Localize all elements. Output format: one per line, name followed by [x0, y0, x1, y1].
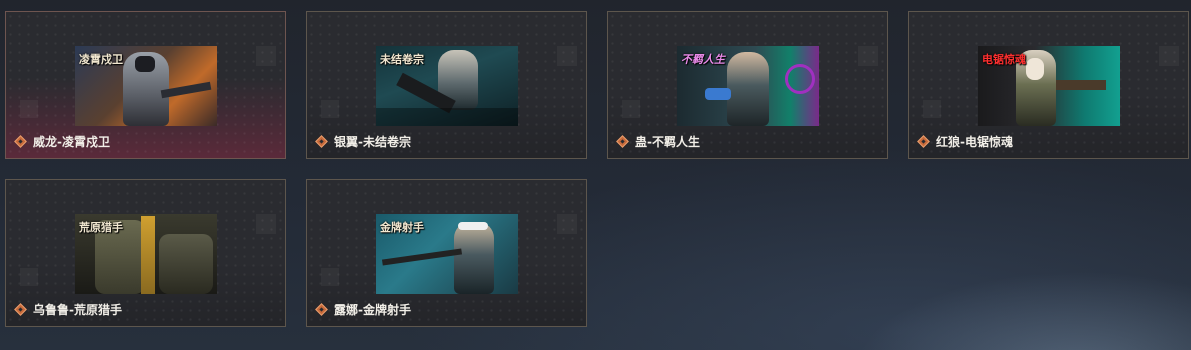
skin-card-honglang[interactable]: 电锯惊魂 红狼-电锯惊魂: [908, 11, 1189, 159]
skin-name: 蛊-不羁人生: [635, 134, 700, 149]
decor-square: [20, 100, 38, 118]
skin-name: 乌鲁鲁-荒原猎手: [33, 302, 122, 317]
skin-card-yinyi[interactable]: 未结卷宗 银翼-未结卷宗: [306, 11, 587, 159]
skin-thumbnail: 电锯惊魂: [978, 46, 1120, 126]
skin-thumbnail: 未结卷宗: [376, 46, 518, 126]
decor-square: [20, 268, 38, 286]
decor-square: [256, 214, 276, 234]
skin-logo-text: 电锯惊魂: [982, 53, 1026, 66]
decor-square: [256, 46, 276, 66]
decor-square: [923, 100, 941, 118]
skin-card-wululu[interactable]: 荒原猎手 乌鲁鲁-荒原猎手: [5, 179, 286, 327]
skin-badge-icon: [14, 302, 27, 316]
skin-card-gu[interactable]: 不羁人生 蛊-不羁人生: [607, 11, 888, 159]
decor-square: [321, 268, 339, 286]
skin-badge-icon: [917, 134, 930, 148]
decor-square: [622, 100, 640, 118]
skin-logo-text: 凌霄戍卫: [79, 53, 123, 66]
decor-square: [557, 46, 577, 66]
skin-name: 银翼-未结卷宗: [334, 134, 411, 149]
skin-logo-text: 不羁人生: [681, 53, 725, 66]
skin-card-luna[interactable]: 金牌射手 露娜-金牌射手: [306, 179, 587, 327]
skin-card-weilong[interactable]: 凌霄戍卫 威龙-凌霄戍卫: [5, 11, 286, 159]
decor-square: [557, 214, 577, 234]
decor-square: [321, 100, 339, 118]
skin-name: 露娜-金牌射手: [334, 302, 411, 317]
skin-name: 威龙-凌霄戍卫: [33, 134, 110, 149]
skin-thumbnail: 凌霄戍卫: [75, 46, 217, 126]
decor-square: [858, 46, 878, 66]
decor-square: [1159, 46, 1179, 66]
skin-badge-icon: [616, 134, 629, 148]
skin-badge-icon: [315, 302, 328, 316]
skin-thumbnail: 金牌射手: [376, 214, 518, 294]
skin-badge-icon: [14, 134, 27, 148]
skin-name: 红狼-电锯惊魂: [936, 134, 1013, 149]
skin-logo-text: 荒原猎手: [79, 221, 123, 234]
skin-thumbnail: 不羁人生: [677, 46, 819, 126]
skin-logo-text: 金牌射手: [380, 221, 424, 234]
skin-badge-icon: [315, 134, 328, 148]
skin-logo-text: 未结卷宗: [380, 53, 424, 66]
skin-thumbnail: 荒原猎手: [75, 214, 217, 294]
